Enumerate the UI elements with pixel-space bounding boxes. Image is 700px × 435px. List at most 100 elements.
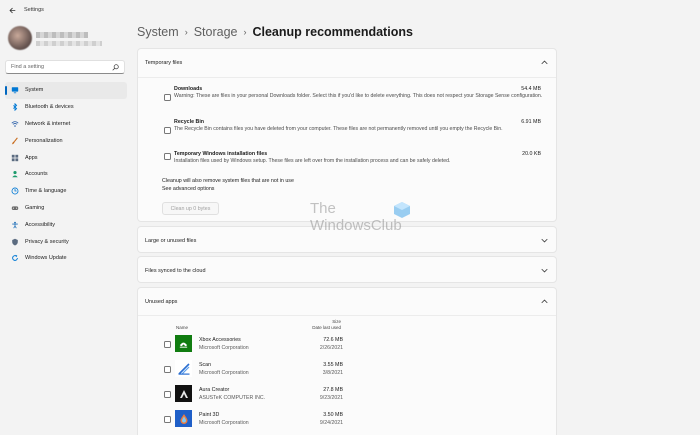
column-header-size-date[interactable]: Size Date last used — [312, 319, 341, 331]
shield-icon — [11, 238, 19, 246]
chevron-right-icon: › — [184, 27, 188, 37]
downloads-checkbox[interactable] — [164, 94, 171, 101]
watermark-line-2: WindowsClub — [310, 217, 402, 234]
app-last-used: 3/8/2021 — [322, 370, 343, 376]
sidebar-item-label: Personalization — [25, 137, 63, 144]
temporary-windows-installation-checkbox[interactable] — [164, 153, 171, 160]
sidebar-item-label: Windows Update — [25, 255, 67, 262]
app-checkbox[interactable] — [164, 391, 171, 398]
app-publisher: ASUSTeK COMPUTER INC. — [199, 395, 266, 401]
breadcrumb-storage[interactable]: Storage — [194, 25, 238, 39]
sidebar-item-label: Accessibility — [25, 221, 55, 228]
gamepad-icon — [11, 204, 19, 212]
app-checkbox[interactable] — [164, 366, 171, 373]
sidebar-item-windows-update[interactable]: Windows Update — [5, 250, 127, 267]
profile-email-redacted — [36, 41, 102, 46]
sidebar-item-gaming[interactable]: Gaming — [5, 200, 127, 217]
watermark: The WindowsClub — [310, 200, 420, 240]
app-last-used: 9/24/2021 — [319, 420, 343, 426]
search-input[interactable] — [11, 64, 111, 70]
sidebar-item-label: Time & language — [25, 188, 67, 195]
sidebar-item-bluetooth-devices[interactable]: Bluetooth & devices — [5, 99, 127, 116]
sidebar-item-label: Bluetooth & devices — [25, 104, 74, 111]
xbox-accessories-icon — [175, 335, 192, 352]
app-name: Xbox Accessories — [199, 337, 241, 343]
app-checkbox[interactable] — [164, 416, 171, 423]
app-size: 27.8 MB — [323, 387, 343, 393]
column-header-name[interactable]: Name — [176, 325, 188, 330]
scan-icon — [175, 360, 192, 377]
search-box[interactable] — [5, 60, 125, 74]
sidebar-item-label: Accounts — [25, 171, 48, 178]
file-name: Recycle Bin — [174, 119, 205, 125]
clean-up-button[interactable]: Clean up 0 bytes — [162, 202, 219, 215]
sidebar-item-apps[interactable]: Apps — [5, 149, 127, 166]
page-title: Cleanup recommendations — [252, 25, 413, 39]
temporary-files-panel: Temporary files Downloads 54.4 MB Warnin… — [137, 48, 557, 222]
app-checkbox[interactable] — [164, 341, 171, 348]
sidebar-item-accessibility[interactable]: Accessibility — [5, 216, 127, 233]
back-button[interactable] — [4, 2, 20, 18]
bluetooth-icon — [11, 103, 19, 112]
file-size: 6.91 MB — [521, 119, 541, 125]
breadcrumb-system[interactable]: System — [137, 25, 179, 39]
back-arrow-icon — [8, 7, 15, 13]
sidebar-item-privacy-security[interactable]: Privacy & security — [5, 233, 127, 250]
file-description: Installation files used by Windows setup… — [174, 158, 451, 164]
panel-title: Unused apps — [145, 298, 178, 305]
cleanup-note: Cleanup will also remove system files th… — [162, 178, 294, 184]
paint-3d-icon — [175, 410, 192, 427]
sidebar-item-time-language[interactable]: Time & language — [5, 183, 127, 200]
sidebar-item-network-internet[interactable]: Network & internet — [5, 116, 127, 133]
app-last-used: 9/23/2021 — [319, 395, 343, 401]
accessibility-icon — [11, 221, 19, 229]
search-icon — [112, 64, 119, 71]
see-advanced-options-link[interactable]: See advanced options — [162, 186, 214, 192]
person-icon — [11, 170, 19, 178]
app-size: 3.55 MB — [323, 362, 343, 368]
sidebar-item-label: Apps — [25, 154, 38, 161]
cloud-files-header[interactable]: Files synced to the cloud — [138, 257, 556, 284]
sidebar-item-label: Gaming — [25, 204, 45, 211]
panel-title: Files synced to the cloud — [145, 267, 206, 274]
sidebar: System Bluetooth & devices Network & inter… — [0, 20, 130, 435]
avatar — [8, 26, 32, 50]
file-row-windows-installation: Temporary Windows installation files 20.… — [164, 151, 549, 169]
aura-creator-icon — [175, 385, 192, 402]
cloud-files-panel[interactable]: Files synced to the cloud — [137, 256, 557, 283]
file-name: Downloads — [174, 86, 203, 92]
chevron-down-icon — [541, 268, 548, 273]
unused-apps-header[interactable]: Unused apps — [138, 288, 556, 315]
temporary-files-header[interactable]: Temporary files — [138, 49, 556, 77]
sidebar-item-accounts[interactable]: Accounts — [5, 166, 127, 183]
app-row-xbox-accessories: Xbox Accessories Microsoft Corporation 7… — [164, 335, 344, 355]
app-publisher: Microsoft Corporation — [199, 345, 249, 351]
app-publisher: Microsoft Corporation — [199, 370, 249, 376]
windows-logo-icon — [394, 202, 410, 218]
app-row-aura-creator: Aura Creator ASUSTeK COMPUTER INC. 27.8 … — [164, 385, 344, 405]
app-name: Scan — [199, 362, 212, 368]
app-size: 72.6 MB — [323, 337, 343, 343]
app-last-used: 2/26/2021 — [319, 345, 343, 351]
panel-title: Large or unused files — [145, 237, 197, 244]
chevron-up-icon — [541, 60, 548, 65]
sidebar-item-personalization[interactable]: Personalization — [5, 132, 127, 149]
app-size: 3.50 MB — [323, 412, 343, 418]
app-row-scan: Scan Microsoft Corporation 3.55 MB 3/8/2… — [164, 360, 344, 380]
breadcrumb: System › Storage › Cleanup recommendatio… — [137, 23, 413, 41]
recycle-bin-checkbox[interactable] — [164, 127, 171, 134]
chevron-right-icon: › — [243, 27, 247, 37]
sidebar-item-label: Network & internet — [25, 120, 71, 127]
file-description: Warning: These are files in your persona… — [174, 93, 543, 99]
sidebar-item-label: System — [25, 87, 44, 94]
globe-clock-icon — [11, 187, 19, 195]
app-name: Aura Creator — [199, 387, 230, 393]
app-name: Paint 3D — [199, 412, 220, 418]
column-header-date: Date last used — [312, 325, 341, 330]
file-row-downloads: Downloads 54.4 MB Warning: These are fil… — [164, 86, 549, 114]
apps-icon — [11, 154, 19, 162]
unused-apps-body: Name Size Date last used Xbox Accessorie… — [138, 315, 556, 435]
user-profile[interactable] — [8, 26, 118, 50]
sidebar-item-system[interactable]: System — [5, 82, 127, 99]
app-publisher: Microsoft Corporation — [199, 420, 249, 426]
